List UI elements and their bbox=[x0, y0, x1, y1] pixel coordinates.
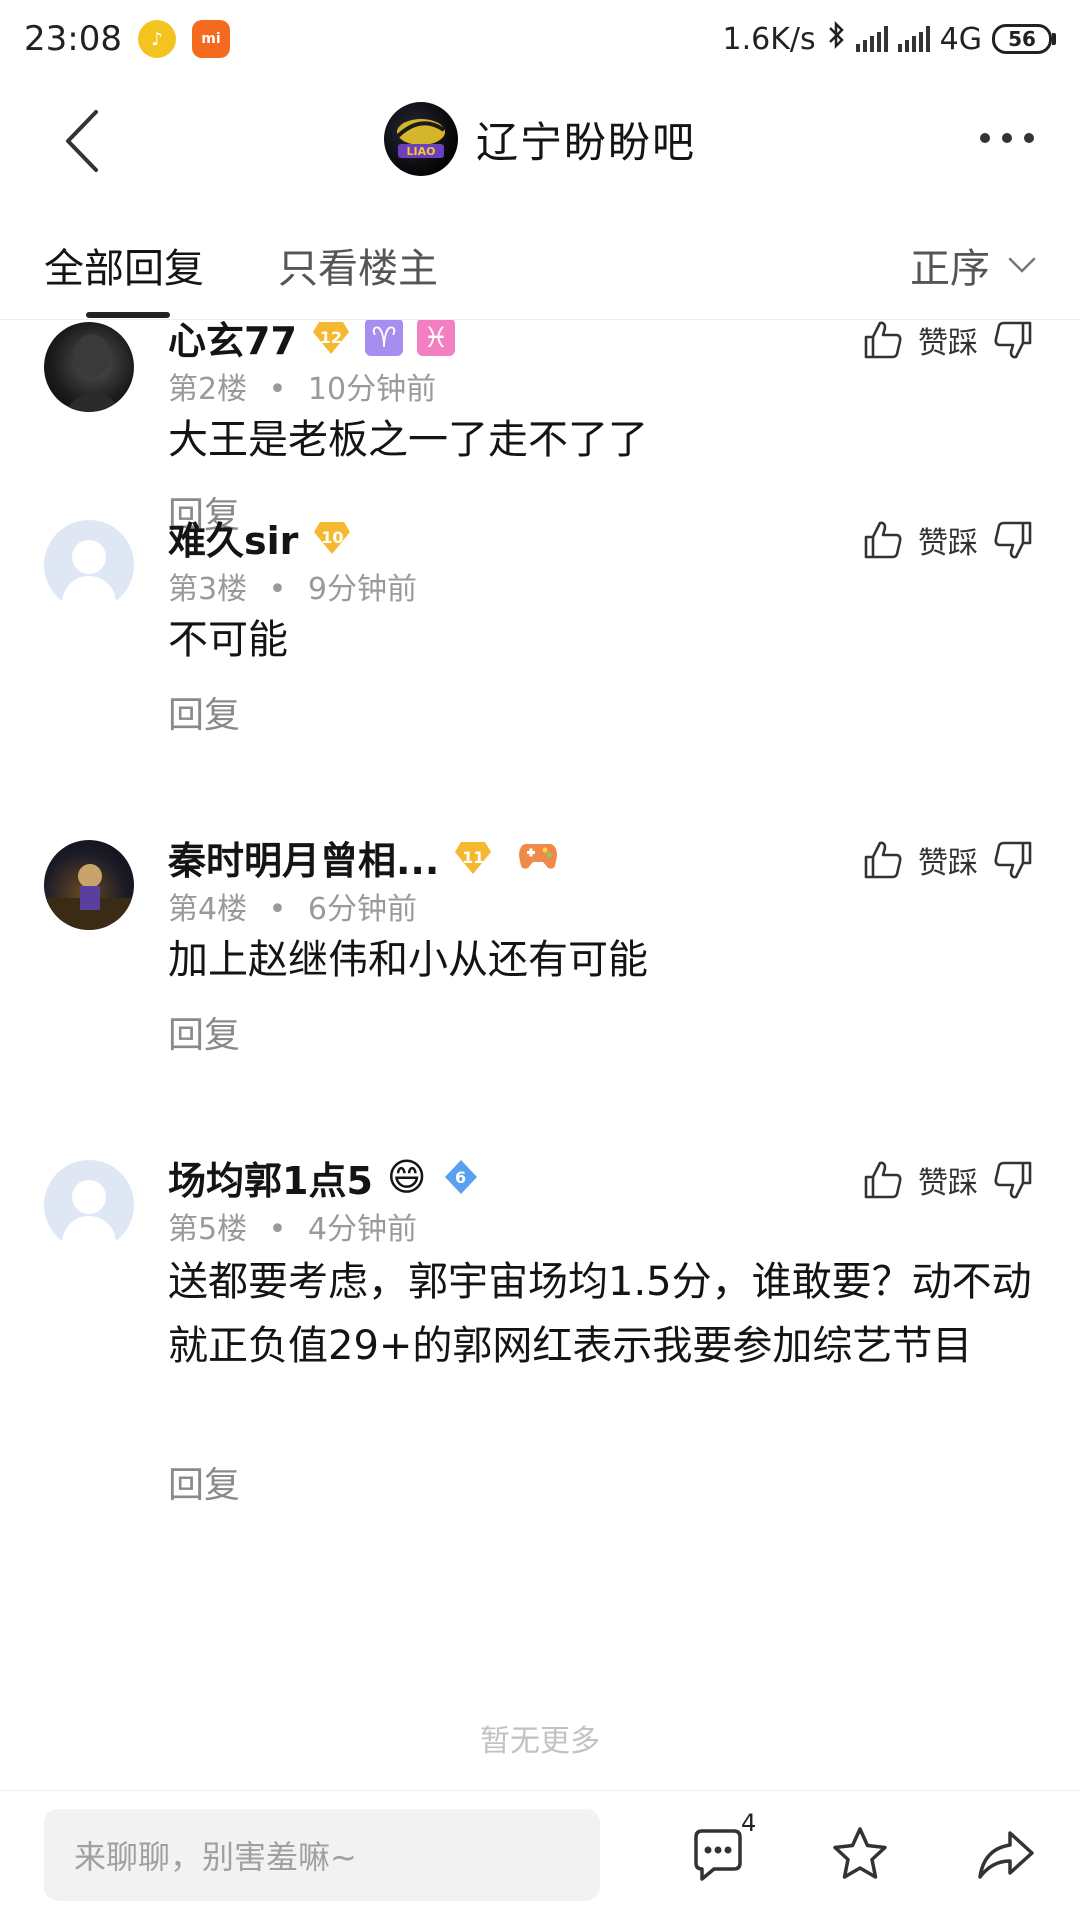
tab-all-replies[interactable]: 全部回复 bbox=[44, 236, 204, 294]
end-of-list-text: 暂无更多 bbox=[480, 1724, 600, 1759]
level-badge: 6 bbox=[441, 1158, 481, 1196]
reply-content: 大王是老板之一了走不了了 bbox=[168, 417, 648, 463]
level-number: 6 bbox=[454, 1167, 467, 1187]
username[interactable]: 心玄77 bbox=[168, 320, 297, 365]
network-type: 4G bbox=[939, 21, 982, 57]
more-dot-icon bbox=[1024, 133, 1034, 143]
meta-separator: • bbox=[268, 572, 287, 607]
gamepad-icon bbox=[517, 838, 559, 876]
reply-time: 4分钟前 bbox=[307, 1212, 417, 1247]
level-badge: 10 bbox=[312, 518, 352, 556]
vote-label: 赞踩 bbox=[918, 1166, 978, 1201]
comment-input[interactable]: 来聊聊，别害羞嘛~ bbox=[44, 1809, 600, 1901]
floor-number: 第4楼 bbox=[168, 892, 248, 927]
more-button[interactable] bbox=[980, 118, 1034, 158]
floor-number: 第2楼 bbox=[168, 372, 248, 407]
vote-label: 赞踩 bbox=[918, 526, 978, 561]
reply-content: 送都要考虑，郭宇宙场均1.5分，谁敢要？动不动就正负值29+的郭网红表示我要参加… bbox=[168, 1259, 1032, 1369]
nav-bar: LIAO 辽宁盼盼吧 bbox=[0, 78, 1080, 200]
vote-group: 赞踩 bbox=[862, 838, 1034, 882]
reply-meta: 第5楼 • 4分钟前 bbox=[168, 1204, 417, 1248]
level-badge: 11 bbox=[453, 838, 493, 876]
level-number: 10 bbox=[321, 527, 344, 547]
more-dot-icon bbox=[980, 133, 990, 143]
username[interactable]: 难久sir bbox=[168, 510, 298, 565]
thumbs-up-icon[interactable] bbox=[862, 320, 904, 361]
back-button[interactable] bbox=[60, 108, 110, 174]
avatar[interactable] bbox=[44, 1160, 134, 1250]
status-time: 23:08 bbox=[24, 19, 122, 59]
comment-input-placeholder: 来聊聊，别害羞嘛~ bbox=[74, 1838, 357, 1876]
share-button[interactable] bbox=[974, 1823, 1038, 1887]
reply-button[interactable]: 回复 bbox=[168, 1456, 240, 1508]
comment-count: 4 bbox=[741, 1809, 757, 1837]
network-speed: 1.6K/s bbox=[722, 21, 816, 57]
reply-meta: 第4楼 • 6分钟前 bbox=[168, 884, 417, 928]
favorite-button[interactable] bbox=[828, 1823, 892, 1887]
svg-text:LIAO: LIAO bbox=[407, 145, 436, 158]
avatar[interactable] bbox=[44, 520, 134, 610]
reply-content: 不可能 bbox=[168, 617, 288, 663]
thumbs-up-icon[interactable] bbox=[862, 519, 904, 561]
level-badge: 12 bbox=[311, 320, 351, 356]
meta-separator: • bbox=[268, 892, 287, 927]
sort-toggle[interactable]: 正序 bbox=[910, 236, 1036, 294]
vote-group: 赞踩 bbox=[862, 1158, 1034, 1202]
reply-button[interactable]: 回复 bbox=[168, 1006, 240, 1058]
bottom-bar: 来聊聊，别害羞嘛~ 4 bbox=[0, 1790, 1080, 1920]
reply-button[interactable]: 回复 bbox=[168, 686, 240, 738]
more-dot-icon bbox=[1002, 133, 1012, 143]
aries-icon: ♈ bbox=[364, 320, 403, 356]
level-number: 12 bbox=[319, 327, 343, 347]
thumbs-down-icon[interactable] bbox=[992, 519, 1034, 561]
floor-number: 第5楼 bbox=[168, 1212, 248, 1247]
reply-time: 9分钟前 bbox=[307, 572, 417, 607]
battery-icon: 56 bbox=[992, 24, 1056, 54]
reply-tabs: 全部回复 只看楼主 正序 bbox=[0, 200, 1080, 320]
signal-icon-2 bbox=[897, 26, 930, 52]
mi-app-icon: mi bbox=[191, 20, 230, 58]
reply-meta: 第3楼 • 9分钟前 bbox=[168, 564, 417, 608]
reply-time: 6分钟前 bbox=[307, 892, 417, 927]
tab-owner-only[interactable]: 只看楼主 bbox=[278, 236, 438, 294]
bluetooth-icon bbox=[826, 20, 846, 58]
level-number: 11 bbox=[462, 847, 485, 867]
vote-group: 赞踩 bbox=[862, 320, 1034, 362]
avatar[interactable] bbox=[44, 322, 134, 412]
tab-indicator bbox=[86, 312, 170, 318]
thumbs-up-icon[interactable] bbox=[862, 1159, 904, 1201]
floor-number: 第3楼 bbox=[168, 572, 248, 607]
thumbs-down-icon[interactable] bbox=[992, 320, 1034, 361]
signal-icon bbox=[855, 26, 888, 52]
reply-time: 10分钟前 bbox=[307, 372, 437, 407]
meta-separator: • bbox=[268, 1212, 287, 1247]
status-bar: 23:08 ♪ mi 1.6K/s 4G 56 bbox=[0, 0, 1080, 78]
reply-content: 加上赵继伟和小从还有可能 bbox=[168, 937, 648, 983]
reply-meta: 第2楼 • 10分钟前 bbox=[168, 364, 436, 408]
avatar[interactable] bbox=[44, 840, 134, 930]
forum-header[interactable]: LIAO 辽宁盼盼吧 bbox=[384, 102, 696, 176]
vote-label: 赞踩 bbox=[918, 326, 978, 361]
reply-list: 心玄77 12 ♈ ♓ 第2楼 • 10分钟前 大王是老板之一了走不了了 回复 … bbox=[0, 320, 1080, 1790]
forum-title: 辽宁盼盼吧 bbox=[476, 117, 697, 167]
star-icon bbox=[833, 1827, 887, 1879]
music-app-icon: ♪ bbox=[137, 20, 176, 58]
forum-logo-icon: LIAO bbox=[384, 102, 458, 176]
back-arrow-icon bbox=[66, 110, 98, 172]
username[interactable]: 场均郭1点5 bbox=[168, 1150, 373, 1205]
vote-group: 赞踩 bbox=[862, 518, 1034, 562]
thumbs-down-icon[interactable] bbox=[992, 1159, 1034, 1201]
sort-label: 正序 bbox=[910, 246, 990, 292]
share-arrow-icon bbox=[978, 1831, 1034, 1879]
grinning-emoji-icon: 😄 bbox=[386, 1155, 427, 1199]
chevron-down-icon bbox=[1008, 257, 1036, 273]
vote-label: 赞踩 bbox=[918, 846, 978, 881]
meta-separator: • bbox=[268, 372, 287, 407]
username[interactable]: 秦时明月曾相... bbox=[168, 830, 439, 885]
pisces-icon: ♓ bbox=[416, 320, 455, 356]
thumbs-down-icon[interactable] bbox=[992, 839, 1034, 881]
battery-level: 56 bbox=[992, 24, 1052, 54]
thumbs-up-icon[interactable] bbox=[862, 839, 904, 881]
